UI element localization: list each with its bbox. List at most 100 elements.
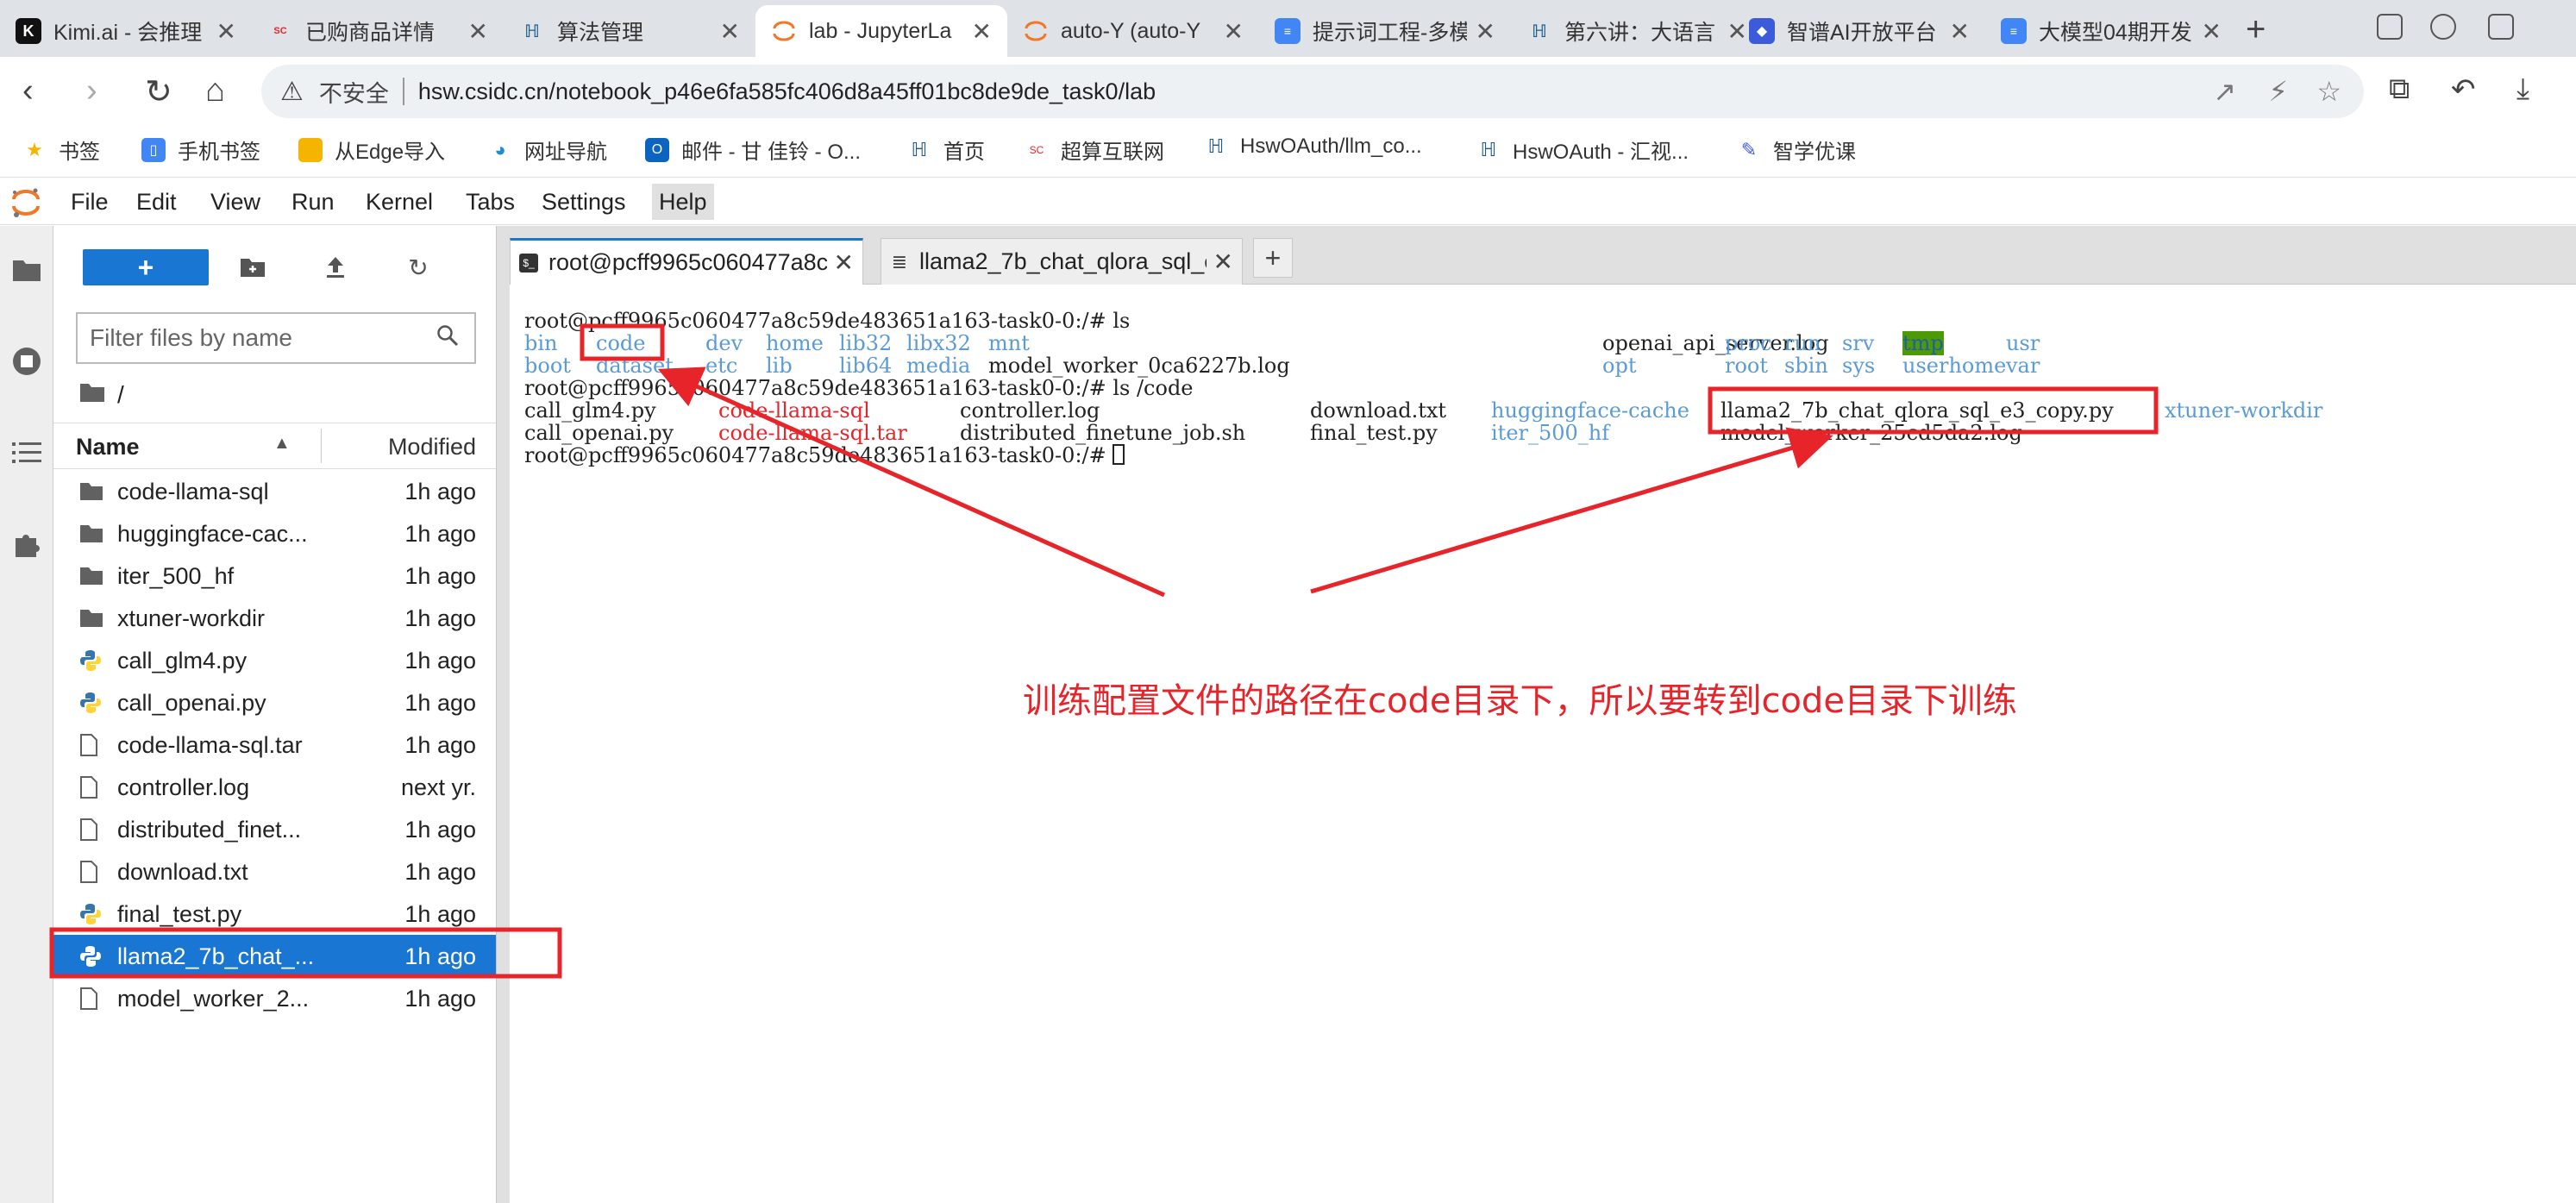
close-tab-icon[interactable]: ✕ bbox=[216, 17, 236, 46]
bookmark-item[interactable]: O 邮件 - 甘 佳铃 - O... bbox=[645, 135, 861, 165]
menu-settings[interactable]: Settings bbox=[535, 184, 633, 220]
bookmark-item[interactable]: ℍ HswOAuth - 汇视... bbox=[1476, 135, 1689, 165]
bookmark-item[interactable]: ▯ 手机书签 bbox=[141, 135, 260, 165]
address-bar[interactable]: ⚠ 不安全 hsw.csidc.cn/notebook_p46e6fa585fc… bbox=[261, 65, 2364, 118]
breadcrumb[interactable]: / bbox=[79, 381, 124, 409]
file-row[interactable]: distributed_finet... 1h ago bbox=[53, 808, 498, 850]
panel-splitter[interactable] bbox=[496, 226, 510, 1203]
file-row[interactable]: huggingface-cac... 1h ago bbox=[53, 512, 498, 555]
terminal-output[interactable]: root@pcff9965c060477a8c59de483651a163-ta… bbox=[510, 285, 2576, 1203]
refresh-icon[interactable]: ↻ bbox=[400, 249, 436, 285]
terminal-ls-row: call_openai.py code-llama-sql.tar distribu… bbox=[510, 421, 2576, 445]
filter-input[interactable] bbox=[90, 324, 417, 352]
browser-tab[interactable]: auto-Y (auto-Y ✕ bbox=[1007, 5, 1259, 57]
bookmark-item[interactable]: SC 超算互联网 bbox=[1025, 135, 1164, 165]
file-row[interactable]: iter_500_hf 1h ago bbox=[53, 555, 498, 597]
file-row[interactable]: model_worker_2... 1h ago bbox=[53, 977, 498, 1019]
browser-tab[interactable]: ◆ 智谱AI开放平台 ✕ bbox=[1733, 5, 1985, 57]
file-row[interactable]: code-llama-sql.tar 1h ago bbox=[53, 724, 498, 766]
file-row[interactable]: call_glm4.py 1h ago bbox=[53, 639, 498, 681]
bookmark-item[interactable]: 从Edge导入 bbox=[298, 135, 445, 165]
close-tab-icon[interactable]: ✕ bbox=[1950, 17, 1970, 46]
menu-tabs[interactable]: Tabs bbox=[459, 184, 522, 220]
menu-file[interactable]: File bbox=[64, 184, 116, 220]
security-label[interactable]: 不安全 bbox=[319, 75, 389, 109]
terminal-ls-row: bin code dev home lib32 libx32 mnt openai_api_s… bbox=[510, 331, 2576, 355]
file-row[interactable]: download.txt 1h ago bbox=[53, 850, 498, 893]
new-folder-icon[interactable] bbox=[235, 249, 271, 285]
jupyter-icon bbox=[1023, 18, 1049, 44]
close-tab-icon[interactable]: ✕ bbox=[2202, 17, 2222, 46]
doc-icon: ≡ bbox=[1275, 18, 1301, 44]
reload-icon[interactable]: ↻ bbox=[145, 72, 172, 111]
browser-tab[interactable]: ℍ 算法管理 ✕ bbox=[504, 5, 755, 57]
menu-view[interactable]: View bbox=[204, 184, 267, 220]
star-icon[interactable]: ☆ bbox=[2316, 75, 2341, 108]
browser-tab[interactable]: ℍ 第六讲：大语言 ✕ bbox=[1511, 5, 1763, 57]
menu-help[interactable]: Help bbox=[652, 184, 714, 220]
file-row[interactable]: llama2_7b_chat_... 1h ago bbox=[53, 935, 498, 977]
back-icon[interactable]: ‹ bbox=[22, 72, 34, 110]
running-sessions-icon[interactable] bbox=[9, 343, 45, 379]
table-of-contents-icon[interactable] bbox=[9, 435, 45, 471]
upload-icon[interactable] bbox=[317, 249, 354, 285]
browser-tab[interactable]: SC 已购商品详情 ✕ bbox=[252, 5, 504, 57]
browser-tab-active[interactable]: lab - JupyterLa ✕ bbox=[755, 5, 1007, 57]
bookmark-item[interactable]: ★ 书签 bbox=[22, 135, 100, 165]
extensions-icon[interactable]: ⧉ bbox=[2389, 72, 2410, 106]
warning-icon[interactable]: ⚠ bbox=[280, 77, 304, 107]
new-tab-button[interactable]: + bbox=[2246, 10, 2266, 49]
lightning-icon[interactable]: ⚡ bbox=[2269, 75, 2288, 108]
dock-tab-file[interactable]: ≣ llama2_7b_chat_qlora_sql_e ✕ bbox=[881, 238, 1243, 285]
file-name: iter_500_hf bbox=[117, 563, 235, 589]
menu-kernel[interactable]: Kernel bbox=[359, 184, 440, 220]
bookmark-item[interactable]: ◕ 网址导航 bbox=[488, 135, 607, 165]
folder-icon[interactable] bbox=[9, 252, 45, 288]
extensions-icon[interactable] bbox=[2488, 14, 2514, 40]
close-tab-icon[interactable]: ✕ bbox=[972, 17, 992, 46]
browser-tab[interactable]: ≡ 大模型04期开发 ✕ bbox=[1985, 5, 2237, 57]
forward-icon[interactable]: › bbox=[86, 72, 97, 110]
bookmark-item[interactable]: ✎ 智学优课 bbox=[1737, 135, 1856, 165]
file-browser-toolbar: + ↻ bbox=[53, 226, 498, 305]
close-tab-icon[interactable]: ✕ bbox=[1213, 247, 1233, 276]
undo-icon[interactable]: ↶ bbox=[2451, 72, 2476, 107]
file-row[interactable]: final_test.py 1h ago bbox=[53, 893, 498, 935]
url-text[interactable]: hsw.csidc.cn/notebook_p46e6fa585fc406d8a… bbox=[418, 78, 1156, 105]
close-tab-icon[interactable]: ✕ bbox=[834, 248, 854, 277]
file-row[interactable]: xtuner-workdir 1h ago bbox=[53, 597, 498, 639]
share-icon[interactable]: ↗ bbox=[2213, 75, 2236, 108]
column-name-header[interactable]: Name bbox=[76, 434, 140, 461]
filter-files-field[interactable] bbox=[76, 312, 476, 364]
download-icon[interactable]: ⤓ bbox=[2516, 72, 2529, 106]
file-icon bbox=[79, 734, 103, 756]
menu-edit[interactable]: Edit bbox=[129, 184, 184, 220]
file-modified: 1h ago bbox=[404, 648, 476, 674]
file-row[interactable]: code-llama-sql 1h ago bbox=[53, 470, 498, 512]
breadcrumb-root[interactable]: / bbox=[117, 381, 124, 409]
tab-search-icon[interactable] bbox=[2377, 14, 2403, 40]
close-tab-icon[interactable]: ✕ bbox=[720, 17, 740, 46]
add-tab-button[interactable]: + bbox=[1253, 238, 1293, 278]
file-name: call_glm4.py bbox=[117, 648, 248, 674]
file-row[interactable]: controller.log next yr. bbox=[53, 766, 498, 808]
home-icon[interactable]: ⌂ bbox=[205, 72, 225, 110]
file-row[interactable]: call_openai.py 1h ago bbox=[53, 681, 498, 724]
close-tab-icon[interactable]: ✕ bbox=[1224, 17, 1244, 46]
close-tab-icon[interactable]: ✕ bbox=[1476, 17, 1495, 46]
folder-icon bbox=[298, 137, 323, 162]
browser-tab[interactable]: K Kimi.ai - 会推理 ✕ bbox=[0, 5, 252, 57]
profile-icon[interactable] bbox=[2430, 14, 2456, 40]
new-launcher-button[interactable]: + bbox=[83, 249, 209, 285]
menu-run[interactable]: Run bbox=[285, 184, 342, 220]
browser-tab[interactable]: ≡ 提示词工程-多模 ✕ bbox=[1259, 5, 1511, 57]
terminal-entry: call_openai.py bbox=[524, 421, 674, 445]
extensions-puzzle-icon[interactable] bbox=[9, 526, 45, 562]
column-modified-header[interactable]: Modified bbox=[388, 434, 476, 461]
dock-tab-terminal[interactable]: $_ root@pcff9965c060477a8c ✕ bbox=[510, 238, 863, 285]
terminal-entry: run bbox=[1784, 331, 1821, 355]
sort-arrow-icon[interactable]: ▲ bbox=[273, 434, 291, 454]
close-tab-icon[interactable]: ✕ bbox=[468, 17, 488, 46]
bookmark-item[interactable]: ℍ 首页 bbox=[907, 135, 985, 165]
bookmark-item[interactable]: ℍ HswOAuth/llm_co... bbox=[1204, 135, 1422, 159]
